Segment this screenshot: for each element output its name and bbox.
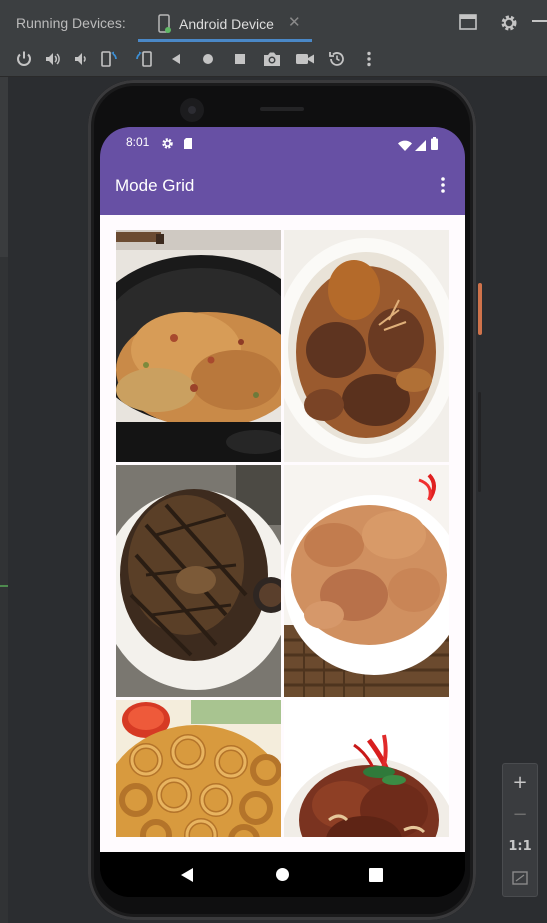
zoom-out-button[interactable]: − <box>503 800 537 828</box>
history-icon[interactable] <box>327 49 347 69</box>
overview-icon[interactable] <box>230 49 250 69</box>
earpiece-speaker <box>260 107 304 111</box>
image-grid <box>116 230 449 837</box>
power-side-button <box>478 283 482 335</box>
more-vert-icon[interactable] <box>359 49 379 69</box>
app-bar: Mode Grid <box>100 159 465 215</box>
left-gutter <box>0 77 8 923</box>
wifi-icon <box>398 136 412 155</box>
grid-item-fried-squid[interactable] <box>116 700 281 837</box>
rotate-right-icon[interactable] <box>133 49 153 69</box>
phone-device-icon <box>156 14 172 38</box>
device-tab-label: Android Device <box>179 16 274 32</box>
beef-stew-photo <box>284 230 449 462</box>
camera-icon[interactable] <box>262 49 282 69</box>
volume-side-button <box>478 392 481 492</box>
device-screen[interactable]: 8:01 Mode Grid <box>100 127 465 897</box>
battery-icon <box>431 135 438 154</box>
back-icon[interactable] <box>166 49 186 69</box>
grid-item-grilled-fish[interactable] <box>116 465 281 697</box>
sd-card-icon <box>183 135 193 154</box>
grilled-fish-photo <box>116 465 281 697</box>
fried-squid-photo <box>116 700 281 837</box>
grid-item-beef-stew[interactable] <box>284 230 449 462</box>
front-camera <box>180 98 204 122</box>
content-area <box>100 215 465 852</box>
chicken-curry-photo <box>284 465 449 697</box>
zoom-in-button[interactable]: + <box>503 768 537 796</box>
volume-down-icon[interactable] <box>71 49 91 69</box>
system-nav-bar <box>100 852 465 897</box>
zoom-controls: + − 1:1 <box>502 763 538 897</box>
video-icon[interactable] <box>295 49 315 69</box>
zoom-reset-button[interactable]: 1:1 <box>503 832 537 860</box>
grid-item-fried-rice[interactable] <box>116 230 281 462</box>
tool-window-header: Running Devices: Android Device ✕ <box>0 0 547 43</box>
tab-android-device[interactable]: Android Device ✕ <box>138 8 312 42</box>
home-icon[interactable] <box>198 49 218 69</box>
status-bar: 8:01 <box>100 127 465 159</box>
fit-screen-icon[interactable] <box>503 864 537 892</box>
close-icon[interactable]: ✕ <box>288 13 301 31</box>
grid-item-braised-meat[interactable] <box>284 700 449 837</box>
power-icon[interactable] <box>14 49 34 69</box>
back-icon[interactable] <box>180 867 194 887</box>
grid-item-chicken-curry[interactable] <box>284 465 449 697</box>
home-icon[interactable] <box>275 867 290 886</box>
braised-meat-photo <box>284 700 449 837</box>
recents-icon[interactable] <box>369 867 383 886</box>
signal-icon <box>415 136 426 155</box>
more-vert-icon[interactable] <box>435 173 451 197</box>
window-layout-icon[interactable] <box>459 14 477 34</box>
fried-rice-photo <box>116 230 281 462</box>
volume-up-icon[interactable] <box>43 49 63 69</box>
rotate-left-icon[interactable] <box>100 49 120 69</box>
device-toolbar <box>0 42 547 77</box>
running-devices-label: Running Devices: <box>16 15 126 31</box>
settings-notification-icon <box>161 135 174 154</box>
page-title: Mode Grid <box>115 176 195 195</box>
minimize-icon[interactable] <box>532 20 547 22</box>
gear-icon[interactable] <box>499 13 519 37</box>
status-time: 8:01 <box>126 135 150 149</box>
